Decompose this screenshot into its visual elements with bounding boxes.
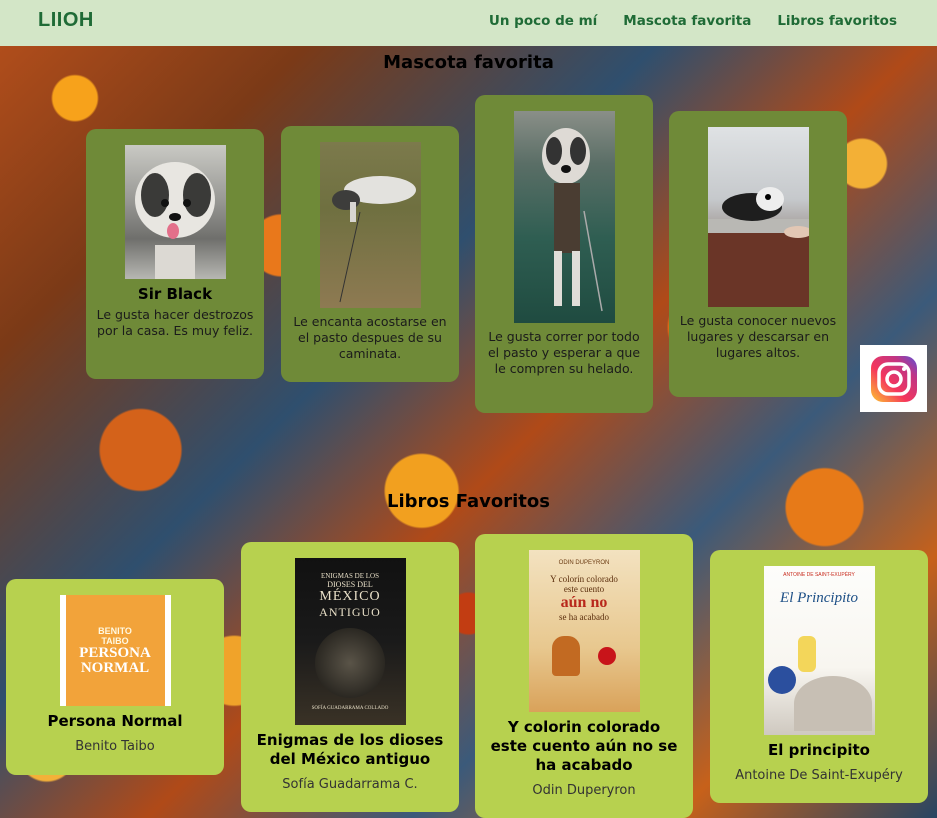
book-author: Antoine De Saint-Exupéry <box>735 768 903 783</box>
book-author: Benito Taibo <box>75 739 155 754</box>
pet-description: Le gusta correr por todo el pasto y espe… <box>487 329 641 376</box>
book-cover: ODIN DUPEYRON Y colorín colorado este cu… <box>528 550 640 712</box>
book-title: El principito <box>768 741 870 759</box>
pet-photo <box>513 111 615 323</box>
instagram-icon <box>870 355 917 402</box>
pet-photo <box>707 127 809 307</box>
book-cover: ANTOINE DE SAINT-EXUPÉRY El Principito <box>763 566 875 735</box>
book-cover: ENIGMAS DE LOS DIOSES DEL MÉXICO ANTIGUO… <box>294 558 406 725</box>
nav-link-mascota-favorita[interactable]: Mascota favorita <box>623 13 751 29</box>
book-card-y-colorin-colorado: ODIN DUPEYRON Y colorín colorado este cu… <box>475 534 693 818</box>
nav-links: Un poco de mí Mascota favorita Libros fa… <box>489 13 897 29</box>
instagram-button[interactable] <box>860 345 927 412</box>
books-section-title: Libros Favoritos <box>387 491 550 512</box>
pet-card-3: Le gusta correr por todo el pasto y espe… <box>475 95 653 413</box>
book-card-enigmas: ENIGMAS DE LOS DIOSES DEL MÉXICO ANTIGUO… <box>241 542 459 812</box>
pet-card-2: Le encanta acostarse en el pasto despues… <box>281 126 459 382</box>
pet-description: Le encanta acostarse en el pasto despues… <box>293 314 447 361</box>
pet-description: Le gusta hacer destrozos por la casa. Es… <box>96 307 254 338</box>
book-card-persona-normal: BENITO TAIBO PERSONA NORMAL Persona Norm… <box>6 579 224 775</box>
pet-card-4: Le gusta conocer nuevos lugares y descar… <box>669 111 847 397</box>
book-cover: BENITO TAIBO PERSONA NORMAL <box>59 595 171 706</box>
book-author: Sofía Guadarrama C. <box>282 777 418 792</box>
book-title: Persona Normal <box>47 712 183 730</box>
navbar: LIIOH Un poco de mí Mascota favorita Lib… <box>0 0 937 46</box>
pet-photo <box>319 142 421 308</box>
brand-logo[interactable]: LIIOH <box>38 9 94 32</box>
book-title: Y colorin colorado este cuento aún no se… <box>490 718 678 774</box>
nav-link-libros-favoritos[interactable]: Libros favoritos <box>777 13 897 29</box>
pet-name: Sir Black <box>137 285 213 303</box>
pet-description: Le gusta conocer nuevos lugares y descar… <box>679 313 837 360</box>
pet-card-sir-black: Sir Black Le gusta hacer destrozos por l… <box>86 129 264 379</box>
book-card-el-principito: ANTOINE DE SAINT-EXUPÉRY El Principito E… <box>710 550 928 803</box>
nav-link-un-poco-de-mi[interactable]: Un poco de mí <box>489 13 597 29</box>
pets-section-title: Mascota favorita <box>383 52 554 73</box>
book-author: Odin Duperyron <box>532 783 636 798</box>
book-title: Enigmas de los dioses del México antiguo <box>256 731 444 768</box>
pet-photo <box>124 145 226 279</box>
